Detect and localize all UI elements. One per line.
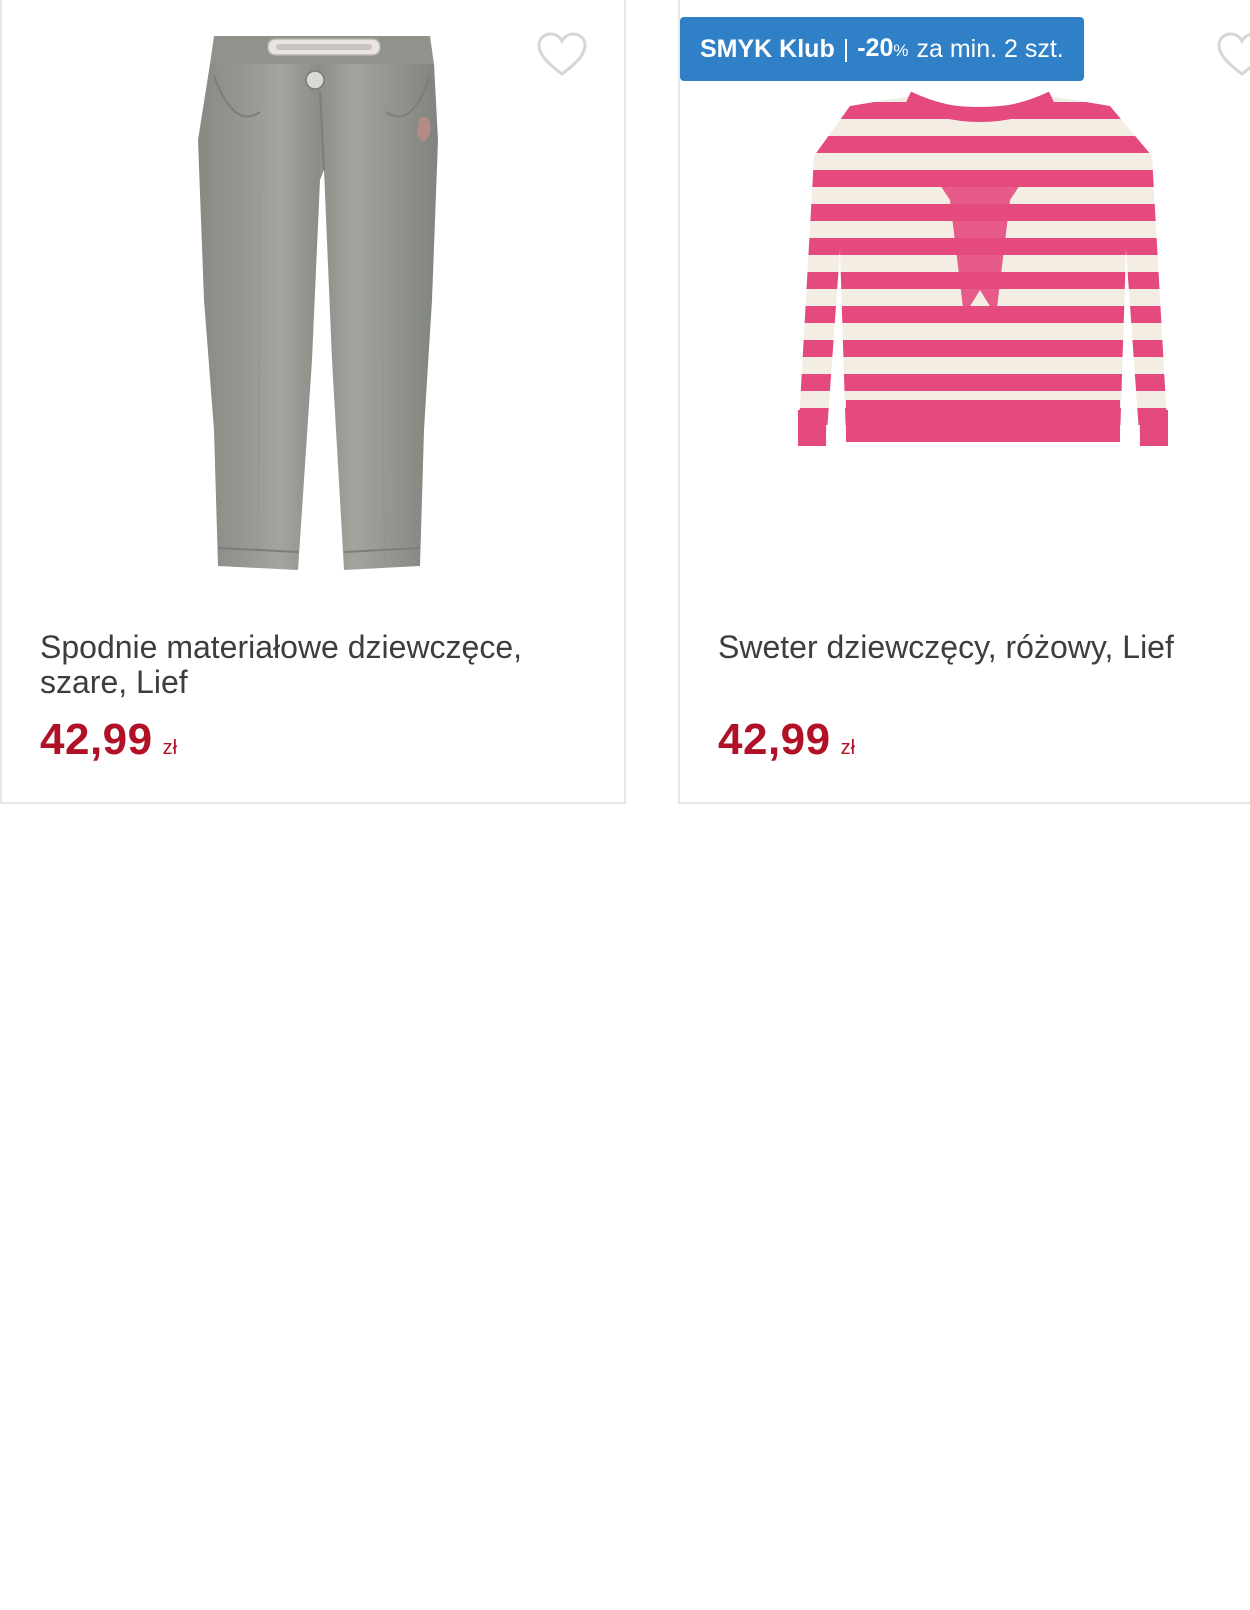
gray-girls-pants-icon xyxy=(198,36,438,570)
price-currency: zł xyxy=(162,737,178,759)
product-image[interactable]: SMYK Klub | -20% za min. 2 szt. xyxy=(680,0,1250,600)
badge-brand: SMYK Klub xyxy=(700,35,835,63)
pink-striped-sweater-icon xyxy=(798,91,1168,446)
promo-badge: SMYK Klub | -20% za min. 2 szt. xyxy=(680,17,1084,81)
price-currency: zł xyxy=(840,737,856,759)
product-card[interactable]: Spodnie materiałowe dziewczęce, szare, L… xyxy=(0,0,626,804)
price-amount: 42,99 xyxy=(718,715,831,764)
product-image[interactable] xyxy=(2,0,624,600)
product-card[interactable]: SMYK Klub | -20% za min. 2 szt. Sweter d… xyxy=(678,0,1250,804)
product-title[interactable]: Spodnie materiałowe dziewczęce, szare, L… xyxy=(40,630,600,700)
badge-separator: | xyxy=(842,35,850,63)
heart-outline-icon[interactable] xyxy=(536,32,588,78)
product-grid: Spodnie materiałowe dziewczęce, szare, L… xyxy=(0,0,1250,1610)
heart-outline-icon[interactable] xyxy=(1216,32,1250,78)
price-amount: 42,99 xyxy=(40,715,153,764)
product-price: 42,99 zł xyxy=(40,715,177,765)
badge-percent: % xyxy=(893,40,909,60)
product-price: 42,99 zł xyxy=(718,715,855,765)
badge-discount: -20 xyxy=(857,33,894,62)
badge-condition: za min. 2 szt. xyxy=(916,35,1064,63)
badge-discount-group: -20% xyxy=(857,16,908,83)
product-title[interactable]: Sweter dziewczęcy, różowy, Lief xyxy=(718,630,1250,665)
